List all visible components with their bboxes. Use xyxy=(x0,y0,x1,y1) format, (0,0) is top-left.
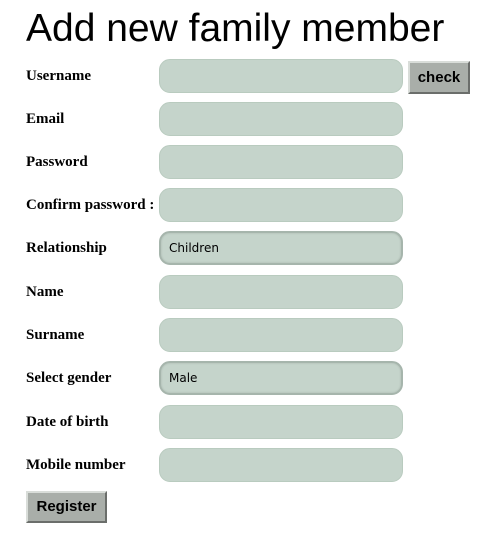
gender-row: Select gender Male xyxy=(0,360,493,396)
name-label: Name xyxy=(26,284,64,300)
email-input[interactable] xyxy=(159,102,403,136)
relationship-row: Relationship Children xyxy=(0,230,493,266)
relationship-label: Relationship xyxy=(26,240,107,256)
confirm-password-input[interactable] xyxy=(159,188,403,222)
password-label: Password xyxy=(26,154,88,170)
date-of-birth-row: Date of birth xyxy=(0,404,493,440)
mobile-number-input[interactable] xyxy=(159,448,403,482)
surname-row: Surname xyxy=(0,317,493,353)
password-input[interactable] xyxy=(159,145,403,179)
name-row: Name xyxy=(0,274,493,310)
confirm-password-label: Confirm password : xyxy=(26,197,155,213)
gender-label: Select gender xyxy=(26,370,112,386)
password-row: Password xyxy=(0,144,493,180)
date-of-birth-input[interactable] xyxy=(159,405,403,439)
mobile-number-row: Mobile number xyxy=(0,447,493,483)
confirm-password-row: Confirm password : xyxy=(0,187,493,223)
email-label: Email xyxy=(26,111,65,127)
relationship-select[interactable]: Children xyxy=(159,231,403,265)
register-button[interactable]: Register xyxy=(26,491,107,523)
date-of-birth-label: Date of birth xyxy=(26,414,109,430)
page-title: Add new family member xyxy=(26,7,445,50)
username-label: Username xyxy=(26,68,91,84)
mobile-number-label: Mobile number xyxy=(26,457,126,473)
name-input[interactable] xyxy=(159,275,403,309)
username-input[interactable] xyxy=(159,59,403,93)
surname-label: Surname xyxy=(26,327,85,343)
surname-input[interactable] xyxy=(159,318,403,352)
email-row: Email xyxy=(0,101,493,137)
gender-select[interactable]: Male xyxy=(159,361,403,395)
check-username-button[interactable]: check xyxy=(408,61,470,94)
